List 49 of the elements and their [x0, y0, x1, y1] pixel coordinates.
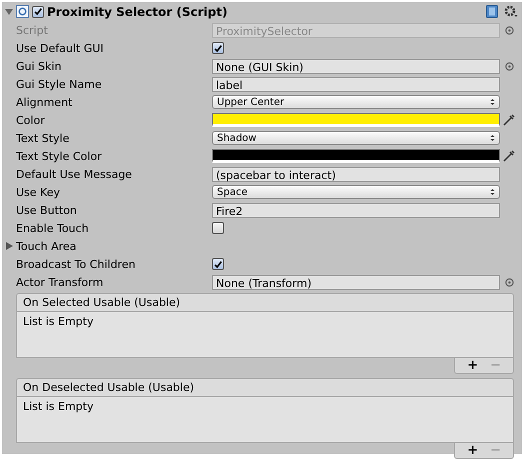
event-list-header: On Deselected Usable (Usable)	[16, 378, 514, 397]
property-label: Text Style	[16, 132, 70, 144]
property-label: Use Key	[16, 186, 61, 198]
eyedropper-icon[interactable]	[502, 149, 516, 163]
text-field[interactable]: label	[212, 76, 500, 92]
object-field[interactable]: None (Transform)	[212, 274, 500, 290]
checkbox[interactable]	[212, 222, 224, 234]
empty-list-text: List is Empty	[23, 315, 94, 328]
up-down-arrows-icon	[490, 134, 495, 142]
property-label: Enable Touch	[16, 222, 90, 234]
enable-checkbox[interactable]	[32, 6, 44, 18]
eyedropper-icon[interactable]	[502, 113, 516, 127]
text-field[interactable]: (spacebar to interact)	[212, 166, 500, 182]
property-label: Text Style Color	[16, 150, 103, 162]
property-label: Broadcast To Children	[16, 258, 136, 270]
component-title: Proximity Selector (Script)	[47, 4, 228, 18]
checkbox[interactable]	[212, 258, 224, 270]
add-button[interactable]: +	[463, 359, 482, 372]
checkbox[interactable]	[212, 42, 224, 54]
property-label: Color	[16, 114, 46, 126]
object-picker-icon[interactable]	[504, 62, 514, 70]
property-label: Default Use Message	[16, 168, 133, 180]
color-swatch[interactable]	[212, 149, 500, 163]
object-picker-icon[interactable]	[504, 278, 514, 286]
script-icon	[16, 5, 29, 18]
property-label: Gui Style Name	[16, 78, 103, 90]
foldout-arrow-icon[interactable]	[5, 8, 13, 16]
add-button[interactable]: +	[463, 444, 482, 457]
empty-list-text: List is Empty	[23, 400, 94, 413]
color-swatch[interactable]	[212, 113, 500, 127]
object-picker-icon[interactable]	[504, 26, 514, 34]
property-label: Use Default GUI	[16, 42, 105, 54]
property-label: Gui Skin	[16, 60, 62, 72]
property-label: Use Button	[16, 204, 78, 216]
settings-icon[interactable]	[504, 5, 518, 18]
text-field[interactable]: Fire2	[212, 202, 500, 218]
dropdown[interactable]: Upper Center	[212, 95, 500, 109]
property-label: Touch Area	[16, 240, 76, 252]
event-list-header: On Selected Usable (Usable)	[16, 293, 514, 312]
up-down-arrows-icon	[490, 98, 495, 106]
property-label: Actor Transform	[16, 276, 104, 288]
dropdown[interactable]: Space	[212, 185, 500, 199]
up-down-arrows-icon	[490, 188, 495, 196]
help-book-icon[interactable]	[486, 5, 498, 18]
dropdown[interactable]: Shadow	[212, 131, 500, 145]
foldout-arrow-icon[interactable]	[6, 242, 13, 250]
property-label: Alignment	[16, 96, 74, 108]
property-label: Script	[16, 24, 49, 36]
object-field[interactable]: None (GUI Skin)	[212, 58, 500, 74]
